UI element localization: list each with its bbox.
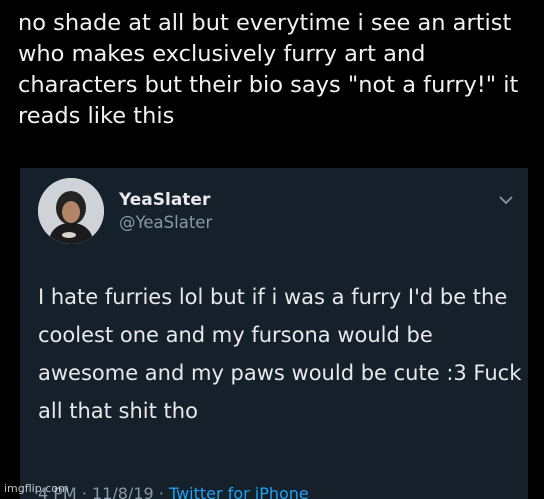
- tweet-card[interactable]: YeaSlater @YeaSlater I hate furries lol …: [20, 168, 528, 499]
- tweet-date[interactable]: 11/8/19: [92, 484, 154, 499]
- watermark: imgflip.com: [4, 482, 69, 495]
- tweet-text: I hate furries lol but if i was a furry …: [38, 285, 522, 423]
- display-name[interactable]: YeaSlater: [119, 190, 210, 210]
- avatar[interactable]: [38, 178, 104, 244]
- chevron-down-icon[interactable]: [498, 194, 514, 206]
- tweet-source-link[interactable]: Twitter for iPhone: [169, 484, 309, 499]
- post-caption: no shade at all but everytime i see an a…: [18, 10, 519, 129]
- tweet-meta: 4 PM · 11/8/19 · Twitter for iPhone: [38, 484, 309, 499]
- user-handle[interactable]: @YeaSlater: [119, 213, 212, 232]
- profile-photo-icon: [38, 178, 104, 244]
- meta-separator: ·: [158, 484, 164, 499]
- meta-separator: ·: [81, 484, 87, 499]
